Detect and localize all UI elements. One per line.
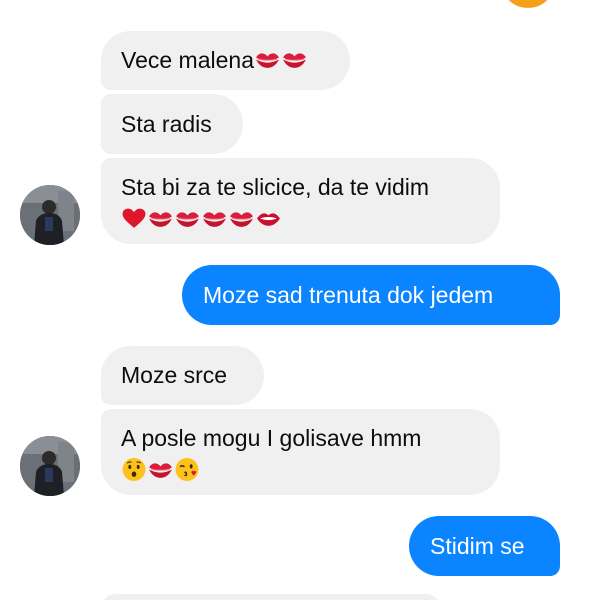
kiss-mark-icon <box>174 206 201 231</box>
message-bubble-incoming[interactable]: Sta bi za te slicice, da te vidim <box>101 158 500 244</box>
message-text: Moze sad trenuta dok jedem <box>203 282 494 308</box>
kiss-mark-icon <box>281 47 308 79</box>
emoji-row <box>121 202 480 232</box>
person-avatar-icon <box>20 185 80 245</box>
message-bubble-outgoing[interactable]: Moze sad trenuta dok jedem <box>182 265 560 325</box>
face-blowing-kiss-icon <box>174 457 200 482</box>
message-bubble-incoming[interactable]: Sta radis <box>101 94 243 154</box>
message-text: Vece malena <box>121 47 254 73</box>
kiss-mark-icon <box>228 206 255 231</box>
kiss-mark-icon <box>201 206 228 231</box>
red-heart-icon <box>121 206 147 231</box>
mouth-icon <box>255 206 282 231</box>
hushed-face-icon <box>121 457 147 482</box>
contact-avatar[interactable] <box>20 185 80 245</box>
message-text: Moze srce <box>121 362 228 388</box>
message-text: Sta radis <box>121 111 212 137</box>
message-text: A posle mogu I golisave hmm <box>121 425 422 451</box>
kiss-mark-icon <box>254 47 281 79</box>
message-bubble-incoming[interactable]: Moze srce <box>101 346 264 405</box>
message-bubble-incoming-partial[interactable] <box>101 594 441 600</box>
kiss-mark-icon <box>147 457 174 482</box>
contact-avatar[interactable] <box>20 436 80 496</box>
person-avatar-icon <box>20 436 80 496</box>
message-bubble-incoming[interactable]: Vece malena <box>101 31 350 90</box>
emoji-row <box>121 453 480 483</box>
kiss-mark-icon <box>147 206 174 231</box>
message-bubble-incoming[interactable]: A posle mogu I golisave hmm <box>101 409 500 495</box>
message-bubble-outgoing[interactable]: Stidim se <box>409 516 560 576</box>
message-text: Stidim se <box>430 533 525 559</box>
message-text: Sta bi za te slicice, da te vidim <box>121 174 430 200</box>
chat-thread[interactable]: Vece malena Sta radis Sta bi za te slici… <box>0 0 600 600</box>
own-avatar <box>505 0 551 8</box>
